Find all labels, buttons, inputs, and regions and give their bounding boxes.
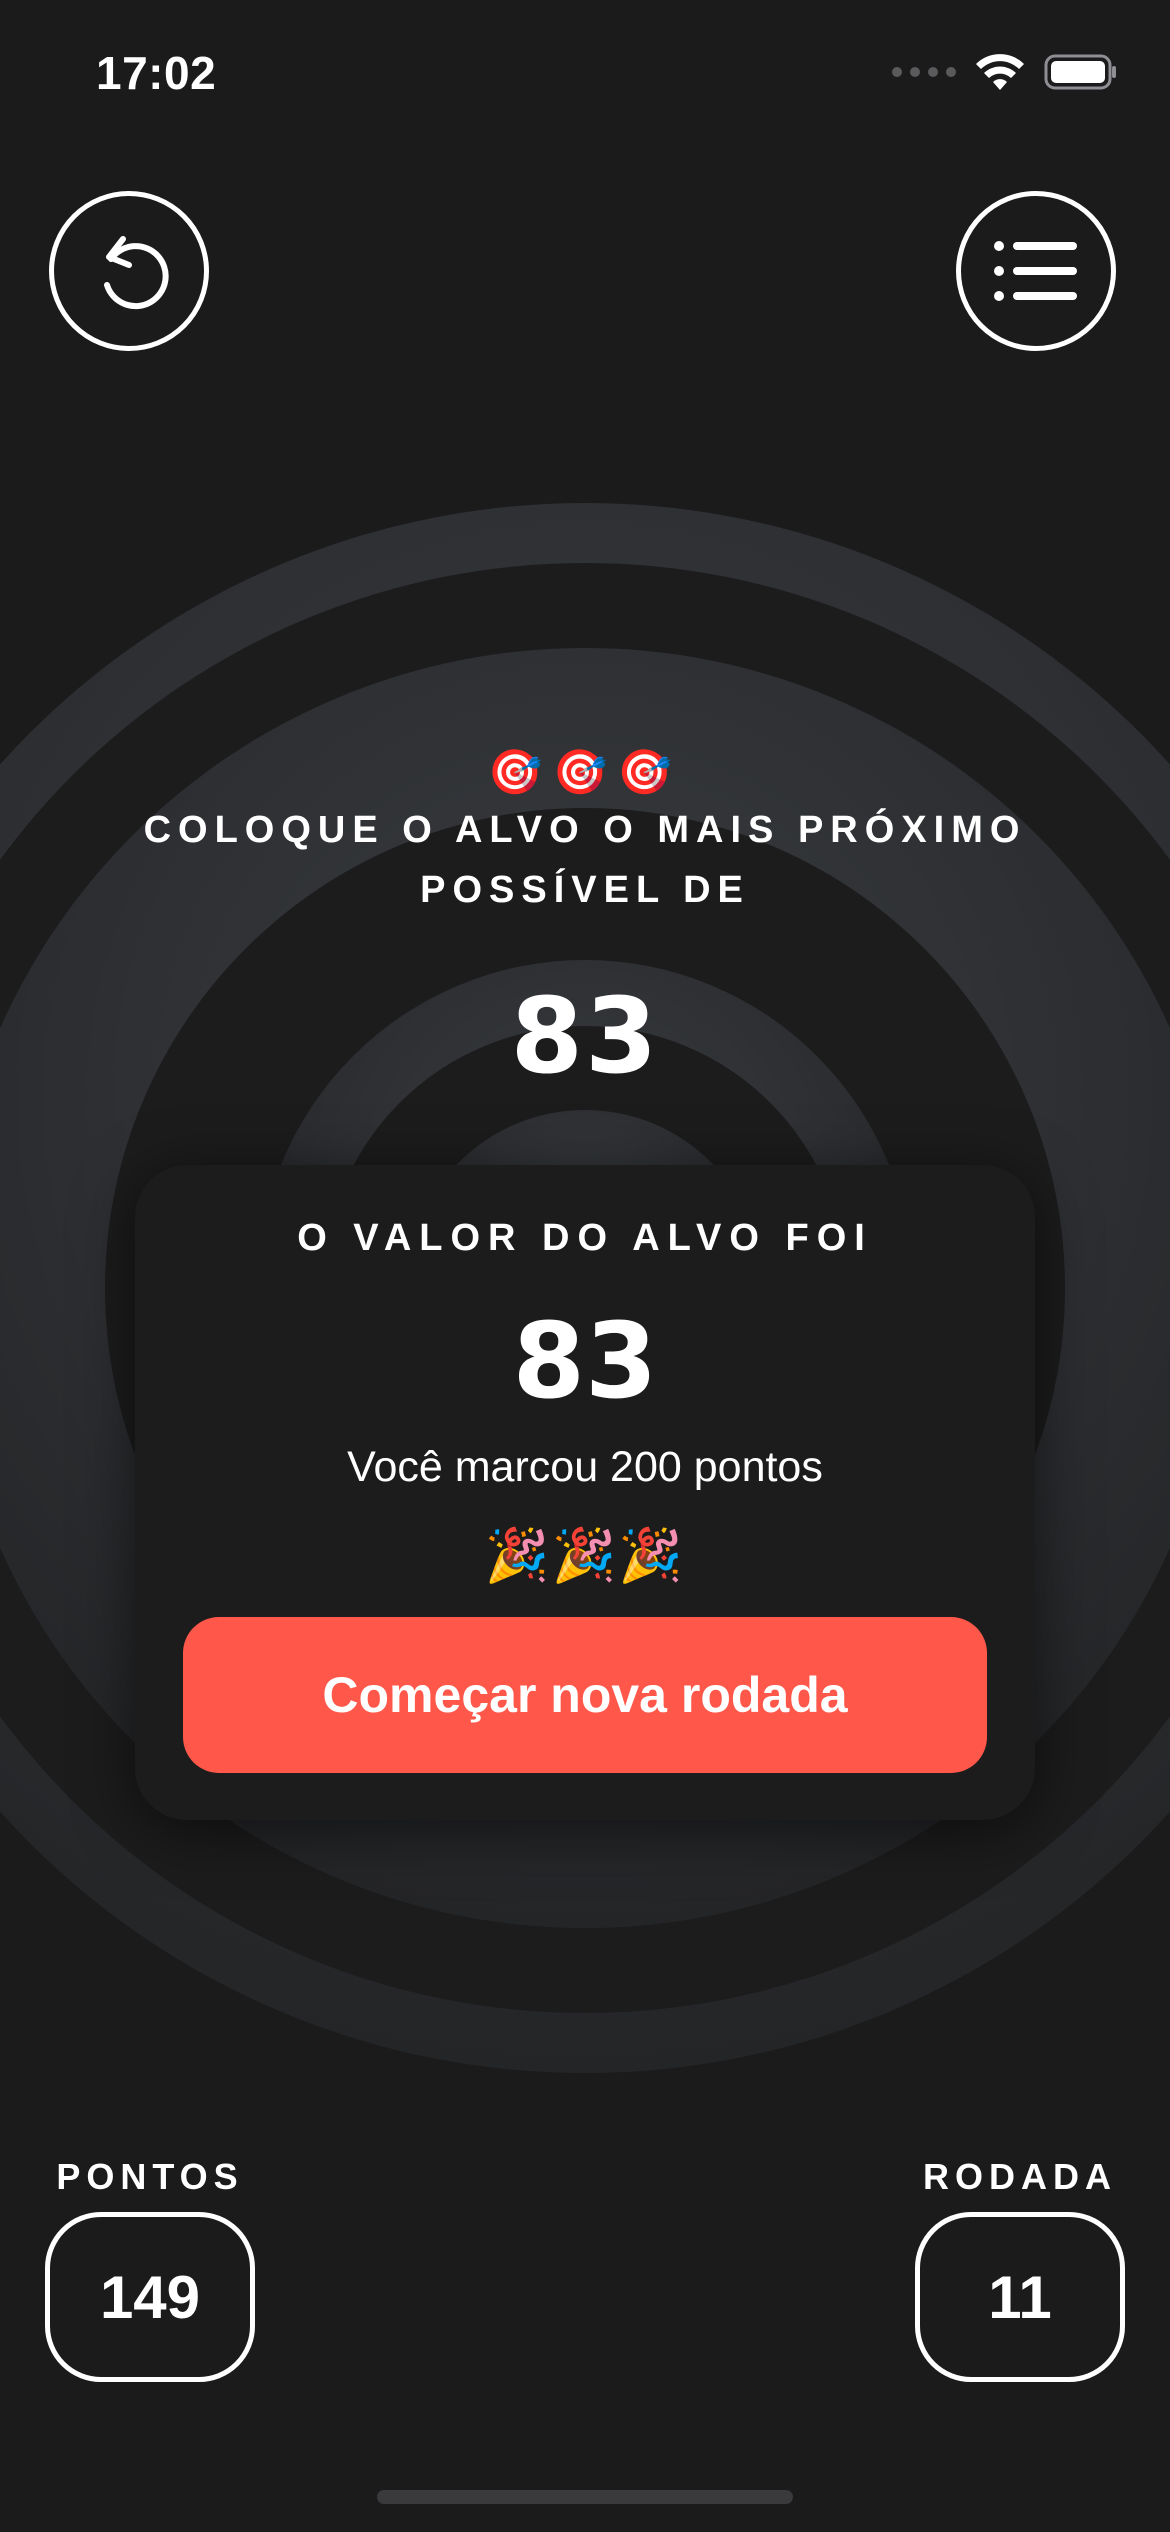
party-emojis: 🎉🎉🎉 bbox=[484, 1527, 686, 1585]
result-value: 83 bbox=[512, 1300, 658, 1422]
list-icon bbox=[994, 241, 1077, 301]
result-title: O VALOR DO ALVO FOI bbox=[297, 1217, 873, 1259]
result-dialog: O VALOR DO ALVO FOI 83 Você marcou 200 p… bbox=[135, 1165, 1035, 1820]
instruction-text: COLOQUE O ALVO O MAIS PRÓXIMO POSSÍVEL D… bbox=[143, 809, 1027, 911]
restart-arrow-icon bbox=[104, 236, 169, 310]
leaderboard-button[interactable] bbox=[956, 191, 1116, 351]
round-value: 11 bbox=[915, 2212, 1125, 2382]
home-indicator[interactable] bbox=[377, 2490, 793, 2504]
score-label: PONTOS bbox=[56, 2156, 244, 2197]
result-score-text: Você marcou 200 pontos bbox=[347, 1443, 823, 1491]
cellular-signal-icon bbox=[892, 67, 956, 77]
score-value: 149 bbox=[45, 2212, 255, 2382]
status-time: 17:02 bbox=[96, 47, 217, 99]
battery-icon bbox=[1044, 54, 1116, 90]
new-round-button[interactable]: Começar nova rodada bbox=[183, 1617, 987, 1773]
target-emojis: 🎯🎯🎯 bbox=[487, 748, 683, 797]
wifi-icon bbox=[976, 54, 1024, 90]
status-indicators bbox=[892, 52, 1118, 92]
target-value: 83 bbox=[510, 975, 660, 1097]
round-label: RODADA bbox=[923, 2156, 1117, 2197]
restart-button[interactable] bbox=[49, 191, 209, 351]
